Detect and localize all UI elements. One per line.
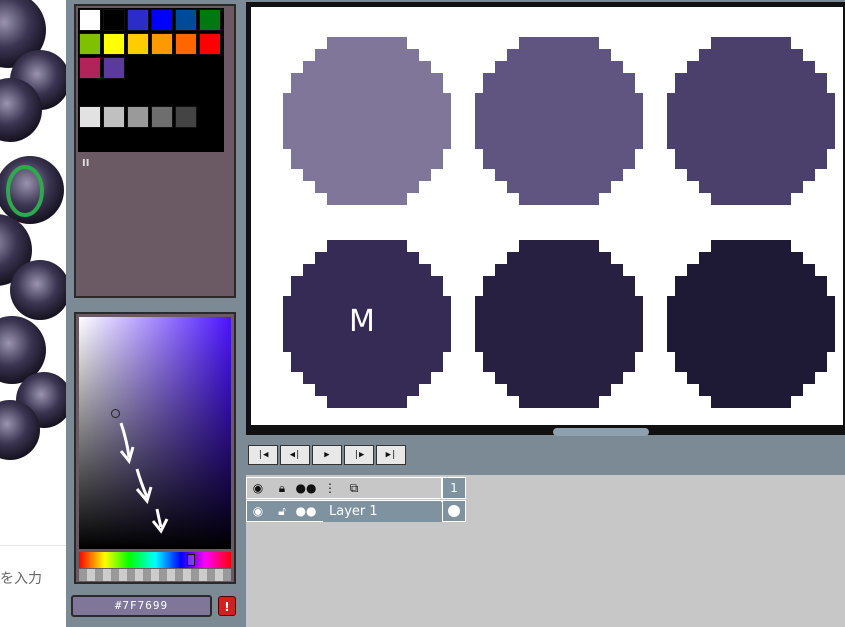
color-swatch-dot [667,37,835,205]
divider [0,545,66,546]
palette-swatch[interactable] [175,33,197,55]
tree-icon[interactable]: ⋮ [319,478,341,498]
palette-swatch[interactable] [175,9,197,31]
playback-controls: |◀ ◀| ▶ |▶ ▶| [246,445,406,467]
onion-skin-icon[interactable]: ●● [295,478,317,498]
color-swatch-dot [475,37,643,205]
layer-name[interactable]: Layer 1 [323,502,443,522]
input-hint-text: を入力 [0,571,42,587]
pixel-editor-app: II #7F7699 ! M |◀ ◀| ▶ |▶ ▶| ◉ 🔒︎ ●● ⋮ ⧉… [66,0,845,627]
color-swatch-dot [283,37,451,205]
hue-slider[interactable] [79,552,231,568]
color-picker-panel [74,312,236,584]
palette-swatch[interactable] [103,106,125,128]
color-swatch-dot [475,240,643,408]
lock-icon[interactable]: 🔒︎ [271,478,293,498]
copy-icon[interactable]: ⧉ [343,478,365,498]
layer-lock-icon[interactable]: 🔓︎ [271,501,293,521]
frame-cell[interactable] [442,500,466,522]
hue-slider-handle[interactable] [187,554,195,566]
play-button[interactable]: ▶ [312,445,342,465]
palette-swatch[interactable] [127,33,149,55]
layer-onion-icon[interactable]: ●● [295,501,317,521]
keyframe-dot-icon [448,505,460,517]
palette-swatch[interactable] [103,57,125,79]
reference-image-panel: を入力 [0,0,66,627]
prev-frame-button[interactable]: ◀| [280,445,310,465]
timeline-header: ◉ 🔒︎ ●● ⋮ ⧉ [246,477,442,499]
eye-icon[interactable]: ◉ [247,478,269,498]
canvas-frame: M [246,2,845,436]
palette-swatch[interactable] [151,9,173,31]
palette-swatch[interactable] [199,33,221,55]
arrow-annotation-icon [119,422,169,534]
timeline-panel: ◉ 🔒︎ ●● ⋮ ⧉ 1 ◉ 🔓︎ ●● Layer 1 [246,475,845,627]
palette-swatch[interactable] [79,106,101,128]
palette-swatch[interactable] [79,57,101,79]
pause-indicator: II [82,158,90,169]
palette-panel: II [74,4,236,298]
palette-swatch[interactable] [79,9,101,31]
color-swatch-dot [667,240,835,408]
grapes-reference-image [0,0,66,460]
palette-swatch[interactable] [127,9,149,31]
dot-label: M [349,304,375,339]
hex-color-field[interactable]: #7F7699 [71,595,212,617]
drawing-canvas[interactable]: M [251,7,843,436]
layer-visibility-icon[interactable]: ◉ [247,501,269,521]
color-swatch-dot: M [283,240,451,408]
palette-swatch[interactable] [103,33,125,55]
palette-swatch[interactable] [127,106,149,128]
palette-swatch[interactable] [103,9,125,31]
palette-swatch[interactable] [79,33,101,55]
palette-swatch[interactable] [151,106,173,128]
last-frame-button[interactable]: ▶| [376,445,406,465]
next-frame-button[interactable]: |▶ [344,445,374,465]
palette-swatch[interactable] [151,33,173,55]
frame-number[interactable]: 1 [442,477,466,499]
palette-swatch[interactable] [199,9,221,31]
horizontal-scrollbar[interactable] [553,428,649,436]
warning-button[interactable]: ! [218,596,236,616]
saturation-value-field[interactable] [79,317,231,549]
alpha-slider[interactable] [79,569,231,581]
swatch-grid [78,8,224,152]
first-frame-button[interactable]: |◀ [248,445,278,465]
palette-swatch[interactable] [175,106,197,128]
layer-row[interactable]: ◉ 🔓︎ ●● Layer 1 [246,500,443,522]
